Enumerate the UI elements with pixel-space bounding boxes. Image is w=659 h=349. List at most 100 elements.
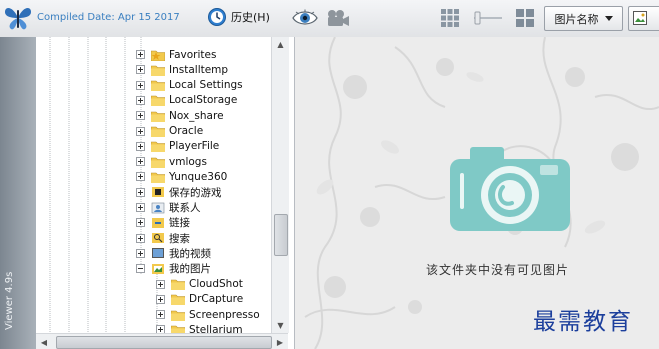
tree-item-label: Nox_share xyxy=(169,109,224,122)
history-label: 历史(H) xyxy=(231,11,270,24)
tree-item[interactable]: Local Settings xyxy=(136,78,243,93)
history-button[interactable]: 历史(H) xyxy=(207,6,270,28)
expand-toggle-icon[interactable] xyxy=(136,141,145,151)
tree-item-label: Yunque360 xyxy=(169,170,228,183)
tree-item[interactable]: Oracle xyxy=(136,124,203,139)
tree-item[interactable]: 我的视频 xyxy=(136,246,211,261)
small-grid-icon[interactable] xyxy=(516,9,534,27)
dropdown-arrow-icon xyxy=(604,16,613,21)
tree-item-label: Installtemp xyxy=(169,63,229,76)
contacts-icon xyxy=(151,202,165,214)
tree-item[interactable]: CloudShot xyxy=(156,277,243,292)
compiled-date: Compiled Date: Apr 15 2017 xyxy=(37,12,180,23)
expand-toggle-icon[interactable] xyxy=(136,95,145,105)
scroll-down-arrow-icon[interactable]: ▼ xyxy=(272,318,289,333)
folder-icon xyxy=(150,64,166,77)
folder-icon xyxy=(150,79,166,92)
folder-icon xyxy=(170,278,186,291)
tree-item-label: CloudShot xyxy=(189,278,243,290)
tree-item-label: 我的视频 xyxy=(169,247,211,260)
butterfly-logo-icon xyxy=(5,8,31,30)
expand-toggle-icon[interactable] xyxy=(136,172,145,182)
folder-icon xyxy=(170,293,186,306)
folder-icon xyxy=(150,110,166,122)
folder-icon xyxy=(150,125,166,138)
tree-item[interactable]: DrCapture xyxy=(156,292,243,307)
expand-toggle-icon[interactable] xyxy=(136,111,145,121)
tree-item[interactable]: Installtemp xyxy=(136,62,228,77)
tree-item[interactable]: Yunque360 xyxy=(136,169,227,184)
search-folder-icon xyxy=(151,232,165,244)
tree-item-label: Favorites xyxy=(169,48,217,61)
expand-toggle-icon[interactable] xyxy=(136,80,145,90)
view-mode-button[interactable] xyxy=(628,6,659,31)
folder-icon xyxy=(150,94,166,107)
expand-toggle-icon[interactable] xyxy=(136,50,145,59)
scroll-right-arrow-icon[interactable]: ▶ xyxy=(272,334,288,349)
folder-icon xyxy=(150,156,166,168)
sort-label: 图片名称 xyxy=(554,12,599,26)
clock-icon xyxy=(208,8,226,26)
tree-item[interactable]: 联系人 xyxy=(136,200,201,215)
tree-item-label: Local Settings xyxy=(169,79,243,92)
scroll-thumb-horizontal[interactable] xyxy=(56,336,272,349)
video-camera-icon[interactable] xyxy=(325,9,351,27)
links-icon xyxy=(151,217,165,229)
tree-item-label: 保存的游戏 xyxy=(169,186,222,199)
tree-item-label: Oracle xyxy=(169,125,204,137)
tree-item[interactable]: 搜索 xyxy=(136,231,190,246)
folder-icon xyxy=(150,140,166,153)
tree-item-label: DrCapture xyxy=(189,293,244,306)
tree-item-label: Screenpresso xyxy=(189,308,260,321)
tree-item[interactable]: 我的图片 xyxy=(136,261,211,276)
tree-item-label: 链接 xyxy=(169,217,190,230)
image-viewer-pane[interactable]: 该文件夹中没有可见图片 最需教育 xyxy=(295,37,659,349)
expand-toggle-icon[interactable] xyxy=(156,310,165,320)
folder-tree[interactable]: Favorites Installtemp Local Settings LocalS… xyxy=(36,37,295,349)
expand-toggle-icon[interactable] xyxy=(136,65,145,75)
tree-item[interactable]: 链接 xyxy=(136,215,190,230)
pictures-icon xyxy=(151,263,165,275)
tree-vertical-scrollbar[interactable]: ▲ ▼ xyxy=(271,37,289,333)
picture-icon xyxy=(633,11,647,25)
videos-icon xyxy=(151,247,165,259)
scroll-thumb[interactable] xyxy=(274,214,288,256)
tree-item-label: vmlogs xyxy=(169,155,207,168)
expand-toggle-icon[interactable] xyxy=(136,248,145,258)
sort-dropdown[interactable]: 图片名称 xyxy=(544,6,623,31)
toolbar: Compiled Date: Apr 15 2017 历史(H) 图片名称 xyxy=(0,0,659,38)
large-grid-icon[interactable] xyxy=(441,9,459,27)
expand-toggle-icon[interactable] xyxy=(156,279,165,289)
tree-item-label: 搜索 xyxy=(169,232,190,245)
expand-toggle-icon[interactable] xyxy=(156,294,165,304)
empty-folder-message: 该文件夹中没有可见图片 xyxy=(426,263,570,277)
tree-item-label: 联系人 xyxy=(169,202,201,214)
saved-games-icon xyxy=(151,186,165,198)
scroll-up-arrow-icon[interactable]: ▲ xyxy=(272,37,289,52)
scroll-left-arrow-icon[interactable]: ◀ xyxy=(36,334,52,349)
tree-item-label: LocalStorage xyxy=(169,94,238,107)
slideshow-eye-icon[interactable] xyxy=(292,9,318,27)
expand-toggle-icon[interactable] xyxy=(136,126,145,136)
folder-icon xyxy=(170,309,186,321)
tree-item[interactable]: Screenpresso xyxy=(156,307,260,322)
tree-item[interactable]: vmlogs xyxy=(136,154,207,169)
tree-item[interactable]: PlayerFile xyxy=(136,139,219,154)
tree-item[interactable]: Favorites xyxy=(136,47,216,62)
expand-toggle-icon[interactable] xyxy=(136,157,145,167)
star-folder-icon xyxy=(150,49,166,61)
tree-item[interactable]: Nox_share xyxy=(136,108,224,123)
thumbnail-size-slider[interactable] xyxy=(474,10,502,26)
app-version-label: Viewer 4.9s xyxy=(4,271,15,330)
tree-item[interactable]: 保存的游戏 xyxy=(136,185,222,200)
expand-toggle-icon[interactable] xyxy=(136,233,145,243)
watermark-text: 最需教育 xyxy=(533,309,633,335)
tree-item-label: 我的图片 xyxy=(169,263,211,276)
expand-toggle-icon[interactable] xyxy=(136,218,145,228)
tree-item[interactable]: LocalStorage xyxy=(136,93,237,108)
collapse-toggle-icon[interactable] xyxy=(136,264,145,274)
expand-toggle-icon[interactable] xyxy=(136,187,145,197)
expand-toggle-icon[interactable] xyxy=(136,203,145,212)
tree-horizontal-scrollbar[interactable]: ◀ ▶ xyxy=(36,333,288,349)
folder-icon xyxy=(150,171,166,184)
